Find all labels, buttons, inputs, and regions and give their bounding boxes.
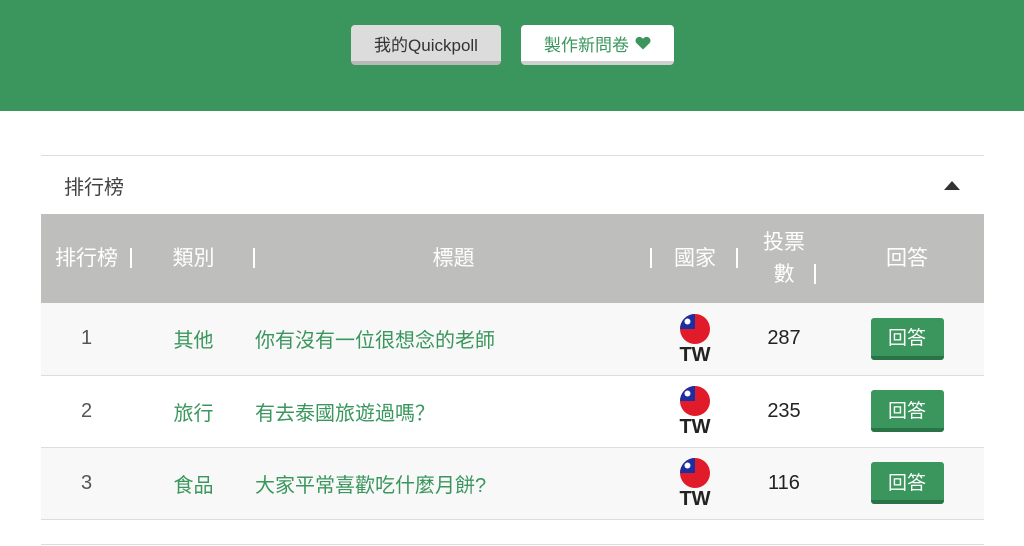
hero-banner: 我的Quickpoll 製作新問卷 — [0, 0, 1024, 111]
answer-button[interactable]: 回答 — [870, 317, 944, 360]
table-row: 1 其他 你有沒有一位很想念的老師 TW 287 回答 — [41, 303, 984, 375]
panel-title: 排行榜 — [64, 176, 124, 199]
row-answer-cell: 回答 — [830, 303, 984, 375]
table-header-row: 排行榜 類別 標題 國家 投票數 回答 — [41, 214, 984, 303]
answer-button[interactable]: 回答 — [870, 462, 944, 504]
caret-up-icon[interactable] — [944, 180, 960, 190]
header-votes: 投票數 — [738, 214, 830, 303]
ranking-panel-header[interactable]: 排行榜 — [41, 156, 984, 214]
row-category-link[interactable]: 食品 — [132, 447, 255, 519]
row-rank: 2 — [80, 399, 93, 422]
country-code: TW — [679, 343, 711, 366]
row-country: TW — [652, 303, 738, 375]
ranking-panel: 排行榜 排行榜 類別 標題 國家 投票數 回答 1 其他 你有沒有一位很想念的老… — [41, 155, 984, 519]
heart-icon — [635, 36, 651, 50]
row-country: TW — [652, 447, 738, 519]
taiwan-flag-icon — [680, 458, 710, 488]
row-category-link[interactable]: 其他 — [132, 303, 255, 375]
row-votes: 116 — [768, 471, 800, 494]
row-title-link[interactable]: 有去泰國旅遊過嗎？ — [255, 375, 652, 447]
taiwan-flag-icon — [680, 313, 710, 344]
header-category: 類別 — [132, 214, 255, 303]
answer-button[interactable]: 回答 — [870, 390, 944, 432]
taiwan-flag-icon — [680, 386, 710, 416]
row-answer-cell: 回答 — [830, 375, 984, 447]
table-row: 3 食品 大家平常喜歡吃什麼月餅? TW 116 回答 — [41, 447, 984, 519]
header-country: 國家 — [652, 214, 738, 303]
country-code: TW — [679, 488, 711, 510]
table-row: 2 旅行 有去泰國旅遊過嗎？ TW 235 回答 — [41, 375, 984, 447]
row-country: TW — [652, 375, 738, 447]
new-survey-button[interactable]: 製作新問卷 — [521, 25, 674, 65]
header-title: 標題 — [255, 214, 652, 303]
row-votes: 287 — [767, 327, 801, 350]
header-rank: 排行榜 — [41, 214, 132, 303]
row-title-link[interactable]: 你有沒有一位很想念的老師 — [255, 303, 652, 375]
row-title-link[interactable]: 大家平常喜歡吃什麼月餅? — [255, 447, 652, 519]
country-code: TW — [679, 416, 711, 438]
row-rank: 1 — [80, 327, 93, 350]
new-survey-label: 製作新問卷 — [544, 35, 629, 55]
row-answer-cell: 回答 — [830, 447, 984, 519]
my-quickpoll-button[interactable]: 我的Quickpoll — [351, 25, 501, 65]
row-votes: 235 — [767, 399, 801, 422]
row-category-link[interactable]: 旅行 — [132, 375, 255, 447]
header-answer: 回答 — [886, 246, 928, 270]
section-divider — [41, 544, 984, 545]
ranking-table: 排行榜 類別 標題 國家 投票數 回答 1 其他 你有沒有一位很想念的老師 TW… — [41, 214, 984, 520]
my-quickpoll-label: 我的Quickpoll — [374, 35, 478, 55]
row-rank: 3 — [80, 471, 93, 494]
